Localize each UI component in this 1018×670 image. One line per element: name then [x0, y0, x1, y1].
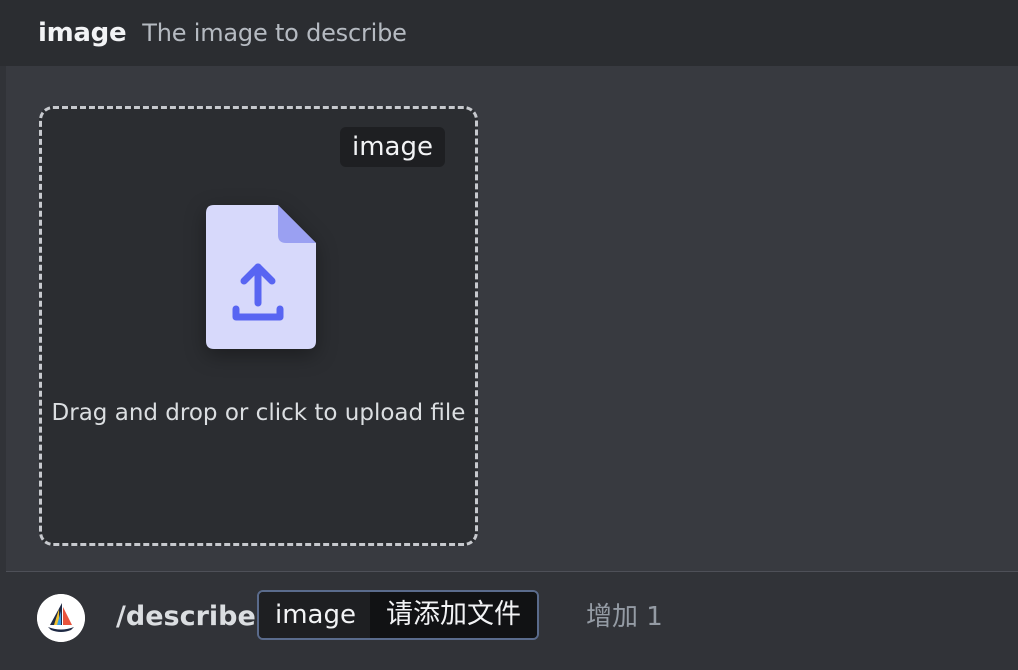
bot-avatar [37, 594, 85, 642]
option-header: image The image to describe [0, 0, 1018, 66]
additional-options-label[interactable]: 增加 1 [586, 596, 663, 638]
option-pill-name: image [259, 592, 370, 638]
slash-command[interactable]: /describe [116, 596, 256, 638]
command-bar: /describe image 请添加文件 增加 1 [0, 572, 1018, 670]
option-description: The image to describe [142, 19, 407, 47]
slash-command-option-window: image The image to describe image Drag a… [0, 0, 1018, 670]
image-option-pill[interactable]: image 请添加文件 [257, 590, 539, 640]
midjourney-boat-logo [37, 594, 85, 642]
option-pill-value[interactable]: 请添加文件 [369, 592, 537, 638]
option-name: image [38, 18, 127, 48]
dropzone-prompt: Drag and drop or click to upload file [51, 400, 466, 426]
file-upload-icon [206, 205, 316, 349]
file-type-badge: image [340, 127, 445, 167]
file-fold [278, 205, 316, 243]
file-dropzone[interactable]: image Drag and drop or click to upload f… [39, 106, 478, 546]
